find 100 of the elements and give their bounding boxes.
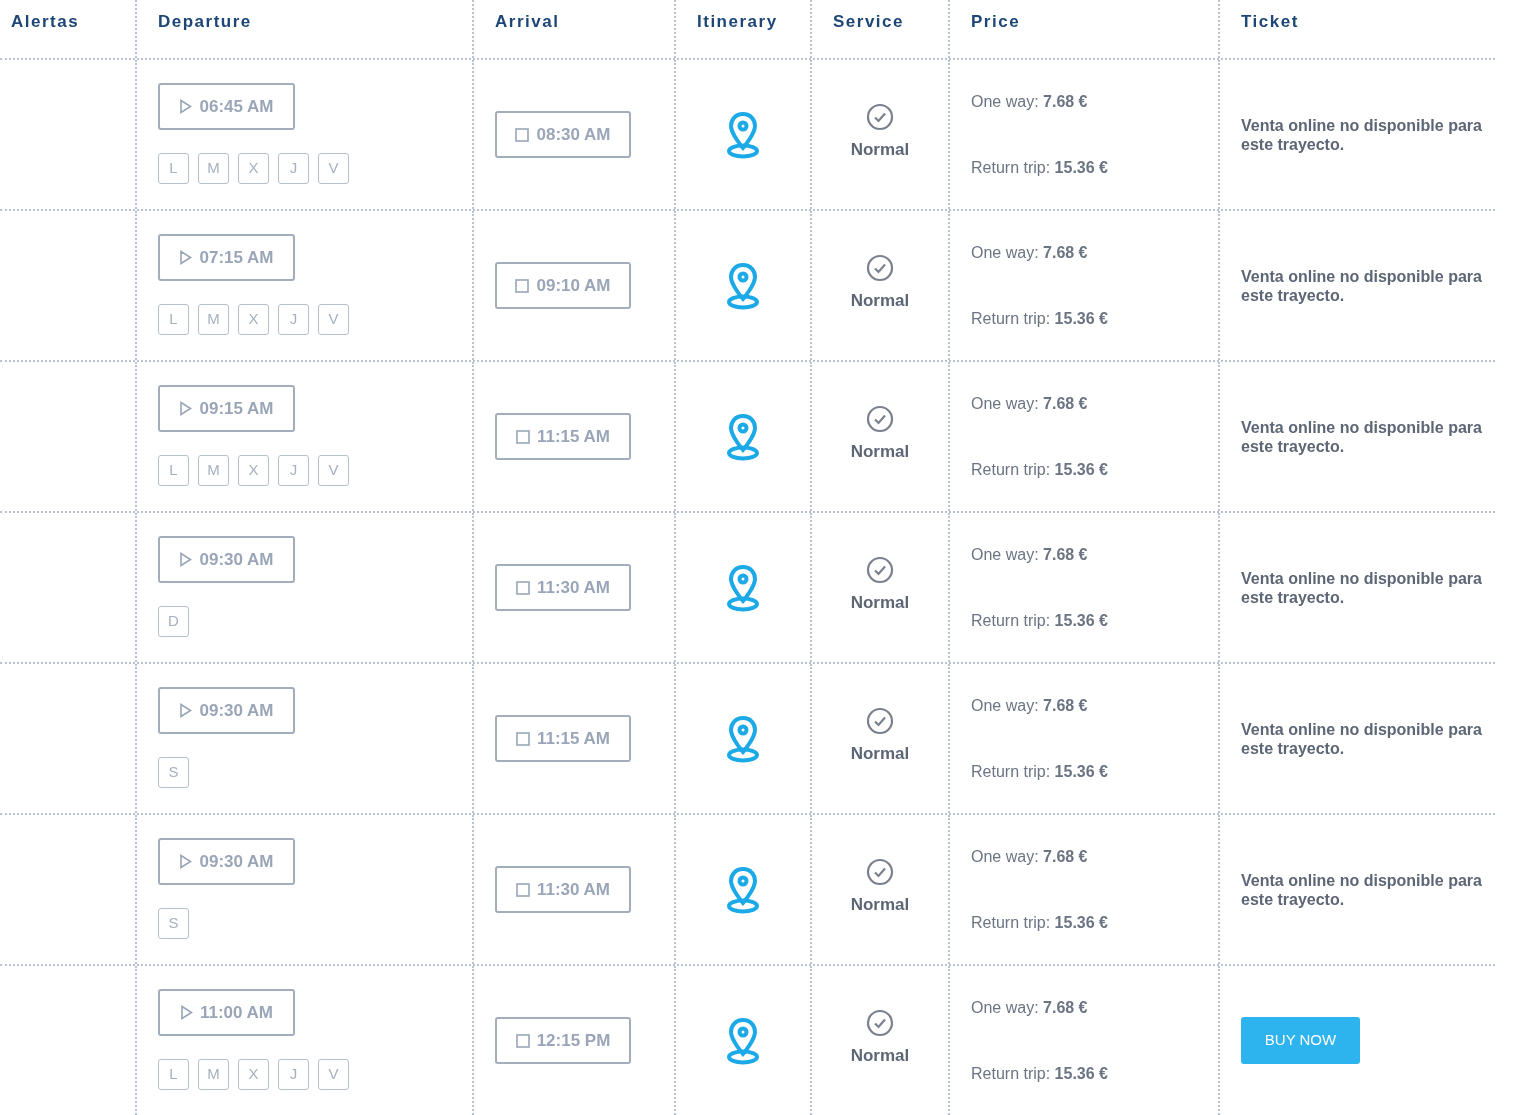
weekday-chip: L xyxy=(158,304,189,335)
departure-time-button[interactable]: 07:15 AM xyxy=(158,234,295,281)
play-icon xyxy=(179,1005,193,1020)
return-trip-price: Return trip: 15.36 € xyxy=(971,158,1109,178)
square-icon xyxy=(515,127,530,142)
square-icon xyxy=(515,278,530,293)
weekday-chip: J xyxy=(278,1059,309,1090)
column-header: Itinerary xyxy=(697,12,778,31)
service-type: Normal xyxy=(850,893,910,916)
column-header: Departure xyxy=(158,12,252,31)
departure-time-button[interactable]: 09:30 AM xyxy=(158,838,295,885)
service-type: Normal xyxy=(850,742,910,765)
arrival-time-button[interactable]: 11:30 AM xyxy=(495,866,631,913)
weekday-chip: V xyxy=(318,455,349,486)
play-icon xyxy=(179,703,193,718)
return-trip-price: Return trip: 15.36 € xyxy=(971,460,1109,480)
location-pin-icon[interactable] xyxy=(726,865,760,914)
arrival-time-button[interactable]: 09:10 AM xyxy=(495,262,631,309)
square-icon xyxy=(515,580,530,595)
check-circle-icon xyxy=(866,404,894,433)
weekday-chip: D xyxy=(158,606,189,637)
weekday-chip: V xyxy=(318,304,349,335)
unavailable-message: Venta online no disponible para este trayecto. xyxy=(1241,417,1483,456)
location-pin-icon[interactable] xyxy=(726,714,760,763)
play-icon xyxy=(179,401,193,416)
one-way-price: One way: 7.68 € xyxy=(971,394,1089,414)
weekday-chip: J xyxy=(278,153,309,184)
one-way-price: One way: 7.68 € xyxy=(971,92,1089,112)
location-pin-icon[interactable] xyxy=(726,1016,760,1065)
buy-now-button[interactable]: BUY NOW xyxy=(1241,1017,1360,1064)
check-circle-icon xyxy=(866,555,894,584)
arrival-time-button[interactable]: 12:15 PM xyxy=(495,1017,631,1064)
play-icon xyxy=(179,552,193,567)
square-icon xyxy=(515,429,530,444)
weekday-chip: M xyxy=(198,153,229,184)
service-type: Normal xyxy=(850,591,910,614)
weekday-chip: S xyxy=(158,908,189,939)
location-pin-icon[interactable] xyxy=(726,261,760,310)
weekday-chip: J xyxy=(278,304,309,335)
column-header: Arrival xyxy=(495,12,560,31)
weekday-chip: L xyxy=(158,1059,189,1090)
arrival-time-button[interactable]: 08:30 AM xyxy=(495,111,631,158)
unavailable-message: Venta online no disponible para este trayecto. xyxy=(1241,870,1483,909)
weekday-chip: M xyxy=(198,1059,229,1090)
one-way-price: One way: 7.68 € xyxy=(971,696,1089,716)
square-icon xyxy=(515,882,530,897)
weekday-chip: X xyxy=(238,455,269,486)
column-header: Ticket xyxy=(1241,12,1299,31)
check-circle-icon xyxy=(866,706,894,735)
departure-time-button[interactable]: 09:30 AM xyxy=(158,687,295,734)
weekday-chip: J xyxy=(278,455,309,486)
one-way-price: One way: 7.68 € xyxy=(971,998,1089,1018)
one-way-price: One way: 7.68 € xyxy=(971,545,1089,565)
unavailable-message: Venta online no disponible para este trayecto. xyxy=(1241,719,1483,758)
service-type: Normal xyxy=(850,1044,910,1067)
arrival-time-button[interactable]: 11:15 AM xyxy=(495,413,631,460)
weekday-chip: L xyxy=(158,153,189,184)
return-trip-price: Return trip: 15.36 € xyxy=(971,762,1109,782)
column-header: Service xyxy=(833,12,904,31)
weekday-chip: S xyxy=(158,757,189,788)
weekday-chip: V xyxy=(318,1059,349,1090)
play-icon xyxy=(179,250,193,265)
unavailable-message: Venta online no disponible para este trayecto. xyxy=(1241,266,1483,305)
one-way-price: One way: 7.68 € xyxy=(971,847,1089,867)
departure-time-button[interactable]: 11:00 AM xyxy=(158,989,295,1036)
weekday-chip: X xyxy=(238,304,269,335)
weekday-chip: L xyxy=(158,455,189,486)
check-circle-icon xyxy=(866,857,894,886)
location-pin-icon[interactable] xyxy=(726,563,760,612)
weekday-chip: V xyxy=(318,153,349,184)
return-trip-price: Return trip: 15.36 € xyxy=(971,1064,1109,1084)
unavailable-message: Venta online no disponible para este trayecto. xyxy=(1241,568,1483,607)
unavailable-message: Venta online no disponible para este trayecto. xyxy=(1241,115,1483,154)
location-pin-icon[interactable] xyxy=(726,110,760,159)
one-way-price: One way: 7.68 € xyxy=(971,243,1089,263)
column-header: Price xyxy=(971,12,1021,31)
location-pin-icon[interactable] xyxy=(726,412,760,461)
weekday-chip: X xyxy=(238,153,269,184)
check-circle-icon xyxy=(866,102,894,131)
departure-time-button[interactable]: 09:15 AM xyxy=(158,385,295,432)
square-icon xyxy=(515,731,530,746)
return-trip-price: Return trip: 15.36 € xyxy=(971,611,1109,631)
play-icon xyxy=(179,99,193,114)
service-type: Normal xyxy=(850,289,910,312)
check-circle-icon xyxy=(866,1008,894,1037)
weekday-chip: M xyxy=(198,455,229,486)
service-type: Normal xyxy=(850,440,910,463)
return-trip-price: Return trip: 15.36 € xyxy=(971,309,1109,329)
return-trip-price: Return trip: 15.36 € xyxy=(971,913,1109,933)
play-icon xyxy=(179,854,193,869)
arrival-time-button[interactable]: 11:30 AM xyxy=(495,564,631,611)
square-icon xyxy=(515,1033,530,1048)
departure-time-button[interactable]: 06:45 AM xyxy=(158,83,295,130)
weekday-chip: X xyxy=(238,1059,269,1090)
check-circle-icon xyxy=(866,253,894,282)
arrival-time-button[interactable]: 11:15 AM xyxy=(495,715,631,762)
service-type: Normal xyxy=(850,138,910,161)
column-header: Alertas xyxy=(11,12,80,31)
weekday-chip: M xyxy=(198,304,229,335)
departure-time-button[interactable]: 09:30 AM xyxy=(158,536,295,583)
